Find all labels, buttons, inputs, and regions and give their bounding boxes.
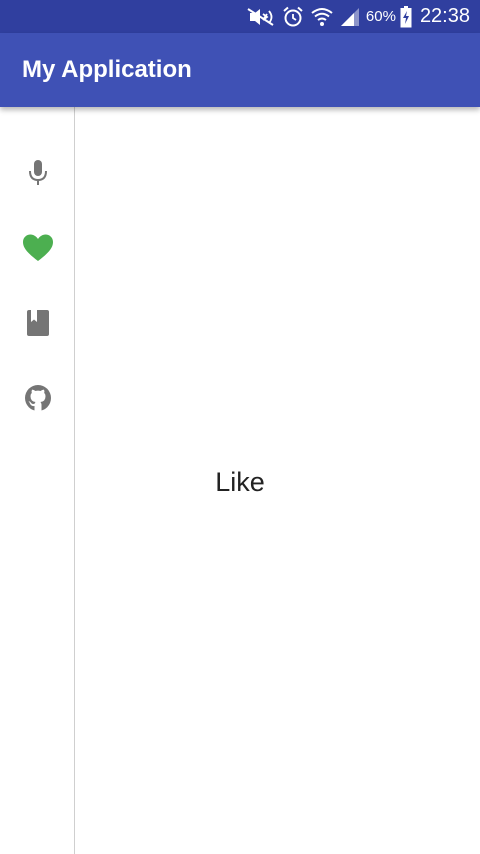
battery-percent: 60% xyxy=(365,8,396,25)
nav-rail xyxy=(0,107,75,854)
heart-icon xyxy=(22,233,54,263)
battery-charging-icon xyxy=(400,0,412,33)
nav-item-like[interactable] xyxy=(0,218,75,278)
mic-icon xyxy=(26,159,50,187)
page-title: My Application xyxy=(22,56,192,83)
nav-item-github[interactable] xyxy=(0,368,75,428)
book-icon xyxy=(26,309,50,337)
alarm-icon xyxy=(282,0,304,33)
nav-item-book[interactable] xyxy=(0,293,75,353)
clock: 22:38 xyxy=(419,5,470,27)
nav-item-mic[interactable] xyxy=(0,143,75,203)
status-bar: 60% 22:38 xyxy=(0,0,480,33)
github-icon xyxy=(24,384,52,412)
mute-icon xyxy=(246,0,276,33)
content-label: Like xyxy=(215,467,265,497)
content-area: Like xyxy=(76,107,480,854)
signal-icon xyxy=(340,0,360,33)
app-bar: My Application xyxy=(0,33,480,107)
wifi-icon xyxy=(310,0,334,33)
